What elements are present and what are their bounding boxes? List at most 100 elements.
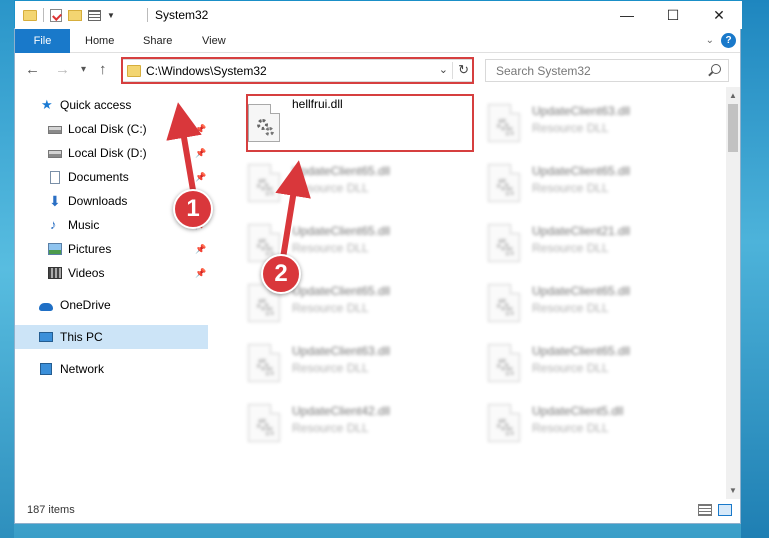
status-bar: 187 items — [15, 499, 740, 523]
sidebar-item-network[interactable]: Network — [15, 357, 208, 381]
sidebar-item-onedrive[interactable]: OneDrive — [15, 293, 208, 317]
item-count: 187 items — [27, 504, 75, 516]
file-type: Resource DLL — [532, 241, 609, 255]
dll-file-icon — [488, 164, 520, 202]
file-name: UpdateClient63.dll — [292, 344, 391, 358]
details-view-icon[interactable] — [698, 504, 712, 516]
pin-icon[interactable]: 📌 — [195, 148, 206, 159]
window-controls: — ☐ ✕ — [604, 1, 742, 29]
file-item[interactable]: UpdateClient65.dll Resource DLL — [474, 273, 710, 329]
tab-home[interactable]: Home — [85, 29, 114, 53]
scroll-up-icon[interactable]: ▲ — [729, 91, 737, 100]
file-name: UpdateClient65.dll — [292, 224, 391, 238]
minimize-button[interactable]: — — [604, 1, 650, 29]
file-name: UpdateClient5.dll — [532, 404, 624, 418]
dll-file-icon — [488, 344, 520, 382]
dll-file-icon — [488, 404, 520, 442]
sidebar-item-label: Quick access — [60, 98, 132, 112]
dll-file-icon — [248, 344, 280, 382]
search-box[interactable]: Search System32 — [485, 59, 729, 82]
sidebar-item-label: Local Disk (C:) — [68, 122, 147, 136]
file-type: Resource DLL — [532, 301, 609, 315]
tab-file[interactable]: File — [15, 29, 70, 53]
file-type: Resource DLL — [292, 361, 369, 375]
file-item[interactable]: UpdateClient42.dll Resource DLL — [234, 393, 470, 449]
tab-share[interactable]: Share — [143, 29, 172, 53]
file-type: Resource DLL — [532, 361, 609, 375]
file-item[interactable]: UpdateClient65.dll Resource DLL — [474, 153, 710, 209]
sidebar-item-this-pc[interactable]: This PC — [15, 325, 208, 349]
dll-file-icon — [488, 224, 520, 262]
scrollbar-thumb[interactable] — [728, 104, 738, 152]
desktop-background-left — [0, 0, 14, 538]
drive-icon — [48, 126, 62, 134]
sidebar-item-label: OneDrive — [60, 298, 111, 312]
dll-file-icon — [488, 104, 520, 142]
pin-icon[interactable]: 📌 — [195, 244, 206, 255]
file-name: UpdateClient65.dll — [532, 344, 631, 358]
sidebar-item-pictures[interactable]: Pictures 📌 — [15, 237, 208, 261]
file-type: Resource DLL — [292, 421, 369, 435]
file-type: Resource DLL — [532, 181, 609, 195]
forward-button[interactable]: → — [55, 61, 70, 78]
toolbar-dropdown-icon[interactable]: ▼ — [107, 11, 115, 20]
file-explorer-window: ▼ System32 — ☐ ✕ File Home Share View ⌄ … — [14, 1, 742, 524]
ribbon: File Home Share View ⌄ ? — [15, 29, 740, 53]
file-type: Resource DLL — [292, 181, 369, 195]
file-name: UpdateClient65.dll — [532, 284, 631, 298]
sidebar-item-label: This PC — [60, 330, 103, 344]
computer-icon — [39, 332, 53, 342]
file-item[interactable]: UpdateClient5.dll Resource DLL — [474, 393, 710, 449]
file-type: Resource DLL — [532, 121, 609, 135]
pin-icon[interactable]: 📌 — [195, 124, 206, 135]
window-title: System32 — [155, 8, 209, 22]
sidebar-item-quick-access[interactable]: ★ Quick access — [15, 93, 208, 117]
navigation-pane: ★ Quick access Local Disk (C:) 📌 Local D… — [15, 87, 208, 499]
file-name: UpdateClient42.dll — [292, 404, 391, 418]
large-icons-view-icon[interactable] — [718, 504, 732, 516]
dll-file-icon — [488, 284, 520, 322]
sidebar-item-local-disk-c[interactable]: Local Disk (C:) 📌 — [15, 117, 208, 141]
file-type: Resource DLL — [292, 301, 369, 315]
title-divider — [147, 8, 148, 22]
sidebar-item-label: Music — [68, 218, 100, 232]
file-highlight-box — [246, 94, 474, 152]
search-icon[interactable] — [711, 64, 721, 74]
file-name: UpdateClient65.dll — [292, 284, 391, 298]
customize-view-icon[interactable] — [88, 9, 101, 21]
scroll-down-icon[interactable]: ▼ — [729, 486, 737, 495]
up-button[interactable]: ↑ — [99, 61, 107, 78]
sidebar-item-label: Local Disk (D:) — [68, 146, 147, 160]
dll-file-icon — [248, 164, 280, 202]
sidebar-item-local-disk-d[interactable]: Local Disk (D:) 📌 — [15, 141, 208, 165]
documents-icon — [50, 170, 60, 184]
pin-icon[interactable]: 📌 — [195, 172, 206, 183]
callout-badge-2: 2 — [261, 254, 301, 294]
file-name: UpdateClient65.dll — [292, 164, 391, 178]
navigation-bar: ← → ▾ ↑ C:\Windows\System32 ⌄ ↻ Search S… — [15, 53, 740, 87]
tab-view[interactable]: View — [202, 29, 226, 53]
search-placeholder[interactable]: Search System32 — [496, 64, 591, 78]
music-icon: ♪ — [50, 217, 57, 232]
new-folder-icon[interactable] — [68, 9, 82, 21]
vertical-scrollbar[interactable]: ▲ ▼ — [726, 87, 740, 499]
file-item[interactable]: UpdateClient21.dll Resource DLL — [474, 213, 710, 269]
close-button[interactable]: ✕ — [696, 1, 742, 29]
recent-locations-button[interactable]: ▾ — [81, 64, 86, 75]
maximize-button[interactable]: ☐ — [650, 1, 696, 29]
file-item[interactable]: UpdateClient63.dll Resource DLL — [474, 93, 710, 149]
expand-ribbon-icon[interactable]: ⌄ — [706, 35, 714, 46]
back-button[interactable]: ← — [25, 61, 40, 78]
file-item[interactable]: UpdateClient65.dll Resource DLL — [234, 153, 470, 209]
star-icon: ★ — [41, 97, 53, 112]
pin-icon[interactable]: 📌 — [195, 268, 206, 279]
properties-icon[interactable] — [50, 8, 62, 22]
network-icon — [40, 363, 52, 375]
sidebar-item-videos[interactable]: Videos 📌 — [15, 261, 208, 285]
file-item[interactable]: UpdateClient63.dll Resource DLL — [234, 333, 470, 389]
file-item[interactable]: UpdateClient65.dll Resource DLL — [474, 333, 710, 389]
help-icon[interactable]: ? — [721, 33, 736, 48]
sidebar-item-label: Documents — [68, 170, 129, 184]
sidebar-item-documents[interactable]: Documents 📌 — [15, 165, 208, 189]
videos-icon — [48, 267, 62, 279]
